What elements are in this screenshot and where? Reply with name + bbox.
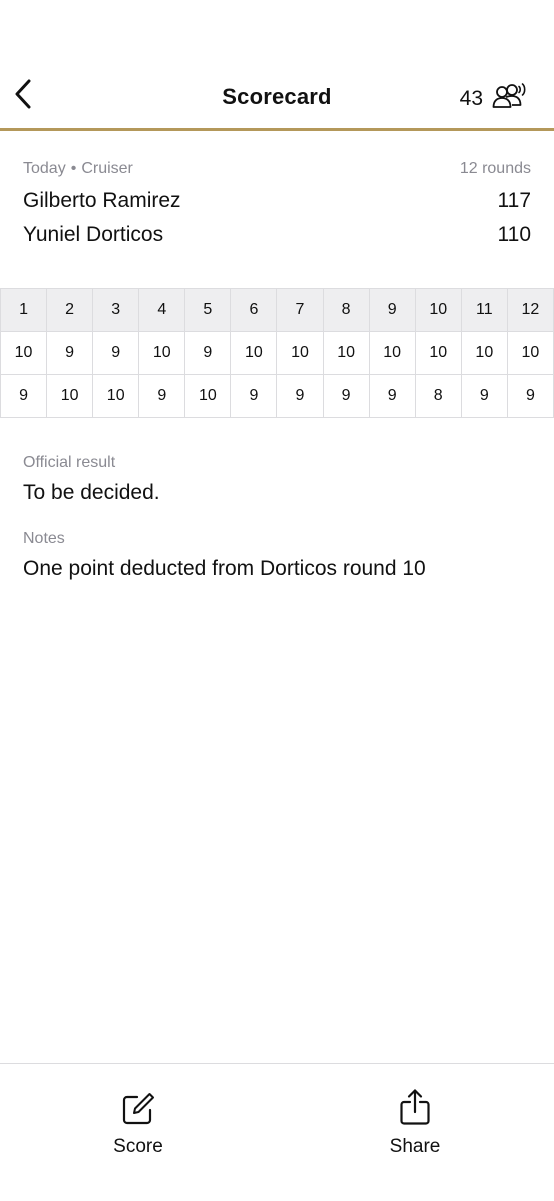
round-score: 9 [368,374,416,418]
round-score: 10 [506,331,554,375]
share-button[interactable]: Share [355,1086,475,1158]
round-score: 9 [46,331,94,375]
bout-date: Today [23,160,66,177]
round-number: 10 [414,288,462,332]
round-score: 10 [276,331,324,375]
official-result-section: Official result To be decided. [23,452,531,508]
round-score: 9 [230,374,278,418]
round-score: 10 [0,331,48,375]
round-number: 11 [460,288,508,332]
round-number: 7 [276,288,324,332]
round-number: 6 [230,288,278,332]
round-score: 10 [46,374,94,418]
fighter-total: 110 [497,223,531,246]
share-label: Share [389,1136,441,1157]
fighter-total: 117 [497,189,531,212]
round-score: 9 [460,374,508,418]
round-score: 10 [460,331,508,375]
fighter-row: Gilberto Ramirez 117 [23,184,531,218]
round-number: 2 [46,288,94,332]
round-score: 10 [138,331,186,375]
score-button[interactable]: Score [78,1086,198,1158]
round-number: 12 [506,288,554,332]
notes-section: Notes One point deducted from Dorticos r… [23,528,531,584]
round-score: 10 [322,331,370,375]
fighter-name: Gilberto Ramirez [23,189,181,212]
bottom-toolbar: Score Share [0,1063,554,1201]
people-broadcast-icon [492,82,528,115]
round-score: 9 [0,374,48,418]
round-score: 8 [414,374,462,418]
round-number: 8 [322,288,370,332]
round-score: 10 [230,331,278,375]
bout-date-division: Today • Cruiser [23,160,133,184]
round-number: 1 [0,288,48,332]
round-score: 10 [368,331,416,375]
bout-info: Today • Cruiser 12 rounds Gilberto Ramirez… [23,160,531,252]
edit-square-icon [78,1086,198,1126]
score-label: Score [113,1136,163,1157]
round-number: 9 [368,288,416,332]
round-number-row: 1 2 3 4 5 6 7 8 9 10 11 12 [0,288,554,332]
viewer-count: 43 [459,86,483,110]
round-score: 10 [184,374,232,418]
round-score: 9 [322,374,370,418]
round-score: 9 [184,331,232,375]
round-score: 9 [506,374,554,418]
round-score: 9 [92,331,140,375]
round-number: 4 [138,288,186,332]
fighter-2-scores-row: 9 10 10 9 10 9 9 9 9 8 9 9 [0,374,554,418]
round-score: 10 [92,374,140,418]
round-number: 5 [184,288,232,332]
meta-separator: • [70,160,77,177]
fighter-name: Yuniel Dorticos [23,223,164,246]
bout-meta: Today • Cruiser 12 rounds [23,160,531,184]
header-divider [0,128,554,131]
notes-label: Notes [23,530,65,547]
rounds-count: 12 rounds [459,160,531,177]
official-result-value: To be decided. [23,481,160,504]
round-score: 9 [138,374,186,418]
round-number: 3 [92,288,140,332]
round-score-table: 1 2 3 4 5 6 7 8 9 10 11 12 10 9 9 10 9 1… [0,288,554,418]
viewers-button[interactable]: 43 [460,82,528,115]
fighter-row: Yuniel Dorticos 110 [23,218,531,252]
navigation-bar: Scorecard 43 [0,60,554,130]
share-upload-icon [355,1086,475,1126]
official-result-label: Official result [23,454,116,471]
round-score: 9 [276,374,324,418]
notes-value: One point deducted from Dorticos round 1… [23,557,426,580]
bout-division: Cruiser [81,160,133,177]
fighter-1-scores-row: 10 9 9 10 9 10 10 10 10 10 10 10 [0,331,554,375]
round-score: 10 [414,331,462,375]
